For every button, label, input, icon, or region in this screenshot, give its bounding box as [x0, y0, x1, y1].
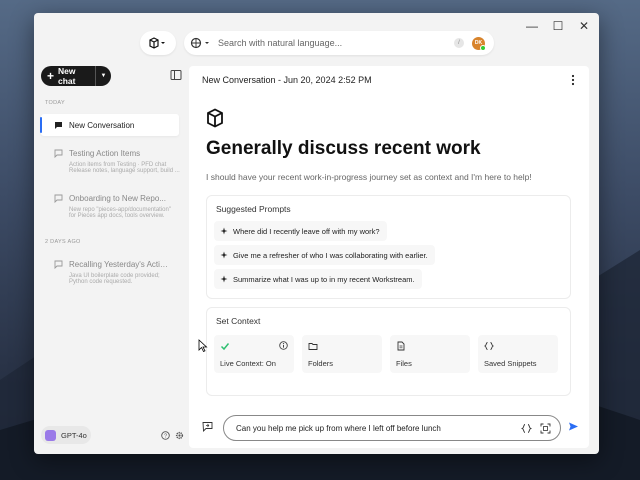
prompt-text: Give me a refresher of who I was collabo…: [233, 250, 428, 260]
set-context-card: Set Context Live Context: On Folders Fil…: [206, 307, 571, 396]
page-title: Generally discuss recent work: [206, 138, 481, 159]
sidebar-chat-new-conversation[interactable]: New Conversation: [40, 114, 179, 136]
context-tile-label: Live Context: On: [220, 359, 276, 368]
context-tile-label: Files: [396, 359, 412, 368]
context-snippets-tile[interactable]: Saved Snippets: [478, 335, 558, 373]
sidebar-chat-onboarding[interactable]: Onboarding to New Repo... New repo "piec…: [41, 187, 179, 227]
help-icon[interactable]: ?: [161, 431, 170, 440]
context-live-tile[interactable]: Live Context: On: [214, 335, 294, 373]
sidebar-chat-testing-action-items[interactable]: Testing Action Items Action items from T…: [41, 142, 180, 182]
chat-bubble-icon: [54, 260, 63, 269]
gear-icon[interactable]: [175, 431, 184, 440]
minimize-button[interactable]: —: [521, 17, 543, 35]
sparkle-icon: [220, 227, 228, 235]
check-icon: [220, 343, 230, 351]
chat-preview-line: for Pieces app docs, tools overview.: [69, 213, 165, 219]
chat-input[interactable]: [236, 423, 516, 433]
set-context-title: Set Context: [216, 316, 261, 326]
context-tile-label: Folders: [308, 359, 334, 368]
search-bar[interactable]: / DK: [184, 31, 494, 55]
screenshot-icon[interactable]: [540, 423, 551, 434]
info-icon[interactable]: [279, 341, 288, 350]
chevron-down-icon[interactable]: ▼: [95, 66, 111, 86]
sidebar-chat-recalling-yesterday[interactable]: Recalling Yesterday's Activ... Java UI b…: [41, 253, 179, 293]
prompt-text: Summarize what I was up to in my recent …: [233, 274, 415, 284]
sparkle-icon: [220, 275, 228, 283]
context-tile-label: Saved Snippets: [484, 359, 537, 368]
sidebar-toggle-icon[interactable]: [170, 69, 182, 81]
code-braces-icon[interactable]: [521, 423, 532, 434]
suggested-prompt[interactable]: Where did I recently leave off with my w…: [214, 221, 387, 241]
svg-text:?: ?: [164, 434, 167, 440]
close-button[interactable]: ✕: [573, 17, 595, 35]
chat-title: Onboarding to New Repo...: [69, 193, 166, 203]
app-window: — ☐ ✕ / DK +New chat ▼ TODAY New Convers…: [34, 13, 599, 454]
chat-bubble-icon: [54, 149, 63, 158]
pieces-logo-icon: [207, 108, 223, 128]
conversation-panel: New Conversation - Jun 20, 2024 2:52 PM …: [189, 66, 589, 448]
chat-options-icon[interactable]: [202, 421, 213, 432]
suggested-prompts-title: Suggested Prompts: [216, 204, 291, 214]
prompt-text: Where did I recently leave off with my w…: [233, 226, 380, 236]
mouse-cursor-icon: [198, 339, 208, 353]
search-input[interactable]: [218, 38, 448, 48]
search-mode-icon[interactable]: [190, 37, 212, 49]
avatar[interactable]: DK: [472, 36, 486, 51]
new-chat-label: New chat: [58, 66, 76, 86]
chat-title: Testing Action Items: [69, 148, 141, 158]
model-label: GPT-4o: [61, 430, 87, 440]
chat-bubble-icon: [55, 121, 62, 129]
code-braces-icon: [484, 342, 494, 350]
suggested-prompt[interactable]: Give me a refresher of who I was collabo…: [214, 245, 435, 265]
page-subtitle: I should have your recent work-in-progre…: [206, 172, 532, 182]
section-two-days-ago: 2 DAYS AGO: [45, 239, 81, 245]
suggested-prompt[interactable]: Summarize what I was up to in my recent …: [214, 269, 422, 289]
chat-title: New Conversation: [69, 120, 135, 130]
conversation-header: New Conversation - Jun 20, 2024 2:52 PM: [202, 75, 372, 85]
more-options-icon[interactable]: [570, 74, 576, 86]
sparkle-icon: [220, 251, 228, 259]
model-selector[interactable]: GPT-4o: [41, 426, 91, 444]
plus-icon: +: [47, 69, 55, 83]
context-files-tile[interactable]: Files: [390, 335, 470, 373]
chat-input-box[interactable]: [223, 415, 561, 441]
chat-preview-line: Release notes, language support, build .…: [69, 168, 180, 174]
suggested-prompts-card: Suggested Prompts Where did I recently l…: [206, 195, 571, 299]
maximize-button[interactable]: ☐: [547, 17, 569, 35]
section-today: TODAY: [45, 100, 65, 106]
context-folders-tile[interactable]: Folders: [302, 335, 382, 373]
file-icon: [397, 341, 405, 351]
shortcut-hint: /: [454, 38, 464, 48]
new-chat-button[interactable]: + New chat ▼: [41, 66, 111, 86]
send-icon[interactable]: [568, 421, 579, 432]
pieces-logo-icon: [149, 37, 165, 49]
app-logo-button[interactable]: [140, 31, 176, 55]
chat-bubble-icon: [54, 194, 63, 203]
folder-icon: [308, 343, 318, 350]
model-icon: [45, 429, 56, 441]
chat-title: Recalling Yesterday's Activ...: [69, 259, 169, 269]
